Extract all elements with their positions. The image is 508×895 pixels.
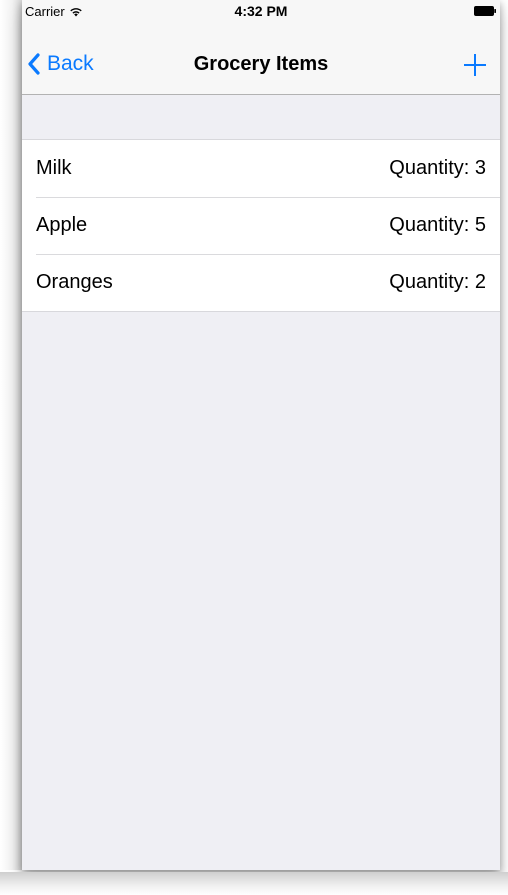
list-item[interactable]: Milk Quantity: 3 xyxy=(22,140,500,197)
navigation-bar: Back Grocery Items xyxy=(22,38,500,95)
add-item-button[interactable] xyxy=(462,52,488,78)
battery-icon xyxy=(474,6,496,16)
page-title: Grocery Items xyxy=(193,53,329,75)
item-quantity: Quantity: 3 xyxy=(389,157,486,179)
item-quantity: Quantity: 5 xyxy=(389,214,486,236)
list-item[interactable]: Oranges Quantity: 2 xyxy=(22,254,500,311)
grocery-list: Milk Quantity: 3 Apple Quantity: 5 Orang… xyxy=(22,139,500,312)
frame-shadow-bottom xyxy=(0,872,508,895)
item-quantity: Quantity: 2 xyxy=(389,271,486,293)
simulator-frame: Carrier 4:32 PM Back Grocery Items Milk … xyxy=(0,0,508,895)
list-item[interactable]: Apple Quantity: 5 xyxy=(22,197,500,254)
status-bar: Carrier 4:32 PM xyxy=(22,0,500,38)
frame-shadow-left xyxy=(0,0,22,870)
plus-icon xyxy=(464,54,486,76)
app-screen: Carrier 4:32 PM Back Grocery Items Milk … xyxy=(22,0,500,870)
status-time: 4:32 PM xyxy=(234,3,288,19)
item-name: Apple xyxy=(36,214,88,236)
item-name: Milk xyxy=(36,157,72,179)
item-name: Oranges xyxy=(36,271,113,293)
